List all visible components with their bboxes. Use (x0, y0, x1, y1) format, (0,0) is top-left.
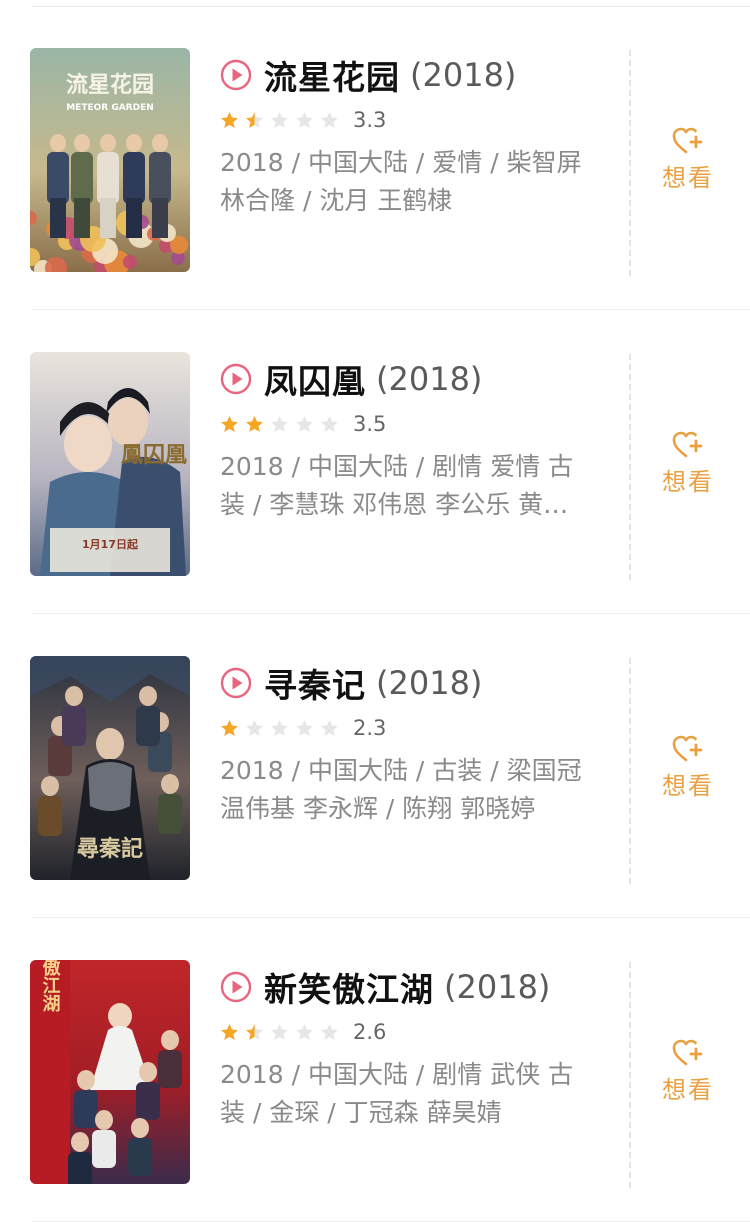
star-rating (220, 1023, 345, 1042)
star-rating (220, 111, 345, 130)
star-icon (296, 111, 313, 128)
star-rating (220, 719, 345, 738)
rating-row: 2.6 (220, 1014, 600, 1050)
heart-plus-icon (672, 1039, 703, 1066)
rating-row: 3.5 (220, 406, 600, 442)
movie-info: 寻秦记 (2018) 2.3 2018 / 中国大陆 / 古装 / 梁国冠 温伟… (220, 658, 600, 828)
movie-poster[interactable]: 鳳囚凰 1月17日起 (30, 352, 190, 576)
star-icon (221, 719, 238, 736)
movie-info: 流星花园 (2018) 3.3 2018 / 中国大陆 / 爱情 / 柴智屏 林… (220, 50, 600, 220)
movie-title[interactable]: 寻秦记 (264, 659, 366, 707)
poster-artwork: 流星花园 METEOR GARDEN (30, 48, 190, 272)
heart-plus-icon (672, 127, 703, 154)
star-icon (296, 1023, 313, 1040)
play-circle-icon[interactable] (220, 363, 252, 395)
poster-subtitle-text: 1月17日起 (82, 537, 139, 551)
star-icon (296, 415, 313, 432)
title-row: 新笑傲江湖 (2018) (220, 962, 600, 1012)
want-to-watch-button[interactable]: 想看 (646, 430, 730, 497)
movie-year: (2018) (444, 968, 551, 1006)
movie-item[interactable]: 笑傲江湖 新笑傲江湖 (2018) 2.6 2018 / 中国大陆 / 剧情 武… (0, 918, 750, 1222)
star-rating (220, 415, 345, 434)
poster-title-text: 流星花园 (66, 72, 154, 98)
poster-subtitle-text: METEOR GARDEN (66, 103, 154, 113)
movie-title[interactable]: 流星花园 (264, 51, 400, 99)
movie-year: (2018) (376, 664, 483, 702)
star-icon (296, 719, 313, 736)
star-icon (221, 111, 238, 128)
movie-meta: 2018 / 中国大陆 / 剧情 爱情 古装 / 李慧珠 邓伟恩 李公乐 黄… (220, 452, 574, 519)
star-icon (321, 415, 338, 432)
title-row: 凤囚凰 (2018) (220, 354, 600, 404)
play-circle-icon[interactable] (220, 59, 252, 91)
movie-poster[interactable]: 尋秦記 (30, 656, 190, 880)
movie-info: 凤囚凰 (2018) 3.5 2018 / 中国大陆 / 剧情 爱情 古装 / … (220, 354, 600, 524)
rating-row: 3.3 (220, 102, 600, 138)
heart-plus-icon (672, 735, 703, 762)
rating-score: 2.3 (353, 716, 387, 740)
poster-artwork: 尋秦記 (30, 656, 190, 880)
dashed-separator (629, 354, 631, 580)
title-row: 流星花园 (2018) (220, 50, 600, 100)
star-icon (321, 1023, 338, 1040)
want-to-watch-button[interactable]: 想看 (646, 734, 730, 801)
poster-artwork: 笑傲江湖 (30, 960, 190, 1184)
movie-item[interactable]: 流星花园 METEOR GARDEN 流星花园 (2018) 3.3 2018 /… (0, 6, 750, 310)
dashed-separator (629, 658, 631, 884)
star-icon (221, 415, 238, 432)
movie-poster[interactable]: 笑傲江湖 (30, 960, 190, 1184)
rating-score: 3.3 (353, 108, 387, 132)
want-to-watch-button[interactable]: 想看 (646, 1038, 730, 1105)
rating-score: 2.6 (353, 1020, 387, 1044)
dashed-separator (629, 962, 631, 1188)
movie-info: 新笑傲江湖 (2018) 2.6 2018 / 中国大陆 / 剧情 武侠 古装 … (220, 962, 600, 1132)
star-icon (271, 415, 288, 432)
want-to-watch-label: 想看 (662, 468, 714, 496)
title-row: 寻秦记 (2018) (220, 658, 600, 708)
star-icon (246, 1023, 263, 1040)
poster-title-text: 尋秦記 (77, 836, 143, 862)
rating-row: 2.3 (220, 710, 600, 746)
star-icon (271, 111, 288, 128)
star-icon (271, 719, 288, 736)
play-circle-icon[interactable] (220, 667, 252, 699)
movie-year: (2018) (410, 56, 517, 94)
star-icon (246, 719, 263, 736)
want-to-watch-label: 想看 (662, 1076, 714, 1104)
movie-item[interactable]: 尋秦記 寻秦记 (2018) 2.3 2018 / 中国大陆 / 古装 / 梁国… (0, 614, 750, 918)
want-to-watch-label: 想看 (662, 164, 714, 192)
poster-title-text: 笑傲江湖 (40, 960, 61, 1013)
play-circle-icon[interactable] (220, 971, 252, 1003)
want-to-watch-button[interactable]: 想看 (646, 126, 730, 193)
poster-artwork: 鳳囚凰 1月17日起 (30, 352, 190, 576)
heart-plus-icon (672, 431, 703, 458)
star-icon (246, 111, 263, 128)
want-to-watch-label: 想看 (662, 772, 714, 800)
star-icon (321, 111, 338, 128)
movie-meta: 2018 / 中国大陆 / 爱情 / 柴智屏 林合隆 / 沈月 王鹤棣 (220, 148, 582, 215)
movie-title[interactable]: 凤囚凰 (264, 355, 366, 403)
star-icon (221, 1023, 238, 1040)
movie-meta: 2018 / 中国大陆 / 古装 / 梁国冠 温伟基 李永辉 / 陈翔 郭晓婷 (220, 756, 582, 823)
movie-meta: 2018 / 中国大陆 / 剧情 武侠 古装 / 金琛 / 丁冠森 薛昊婧 (220, 1060, 574, 1127)
movie-poster[interactable]: 流星花园 METEOR GARDEN (30, 48, 190, 272)
movie-list: 流星花园 METEOR GARDEN 流星花园 (2018) 3.3 2018 /… (0, 0, 750, 1222)
movie-item[interactable]: 鳳囚凰 1月17日起 凤囚凰 (2018) 3.5 2018 / 中国大陆 / 剧… (0, 310, 750, 614)
star-icon (271, 1023, 288, 1040)
movie-title[interactable]: 新笑傲江湖 (264, 963, 434, 1011)
movie-year: (2018) (376, 360, 483, 398)
rating-score: 3.5 (353, 412, 387, 436)
star-icon (246, 415, 263, 432)
star-icon (321, 719, 338, 736)
dashed-separator (629, 50, 631, 276)
poster-title-text: 鳳囚凰 (121, 442, 187, 468)
